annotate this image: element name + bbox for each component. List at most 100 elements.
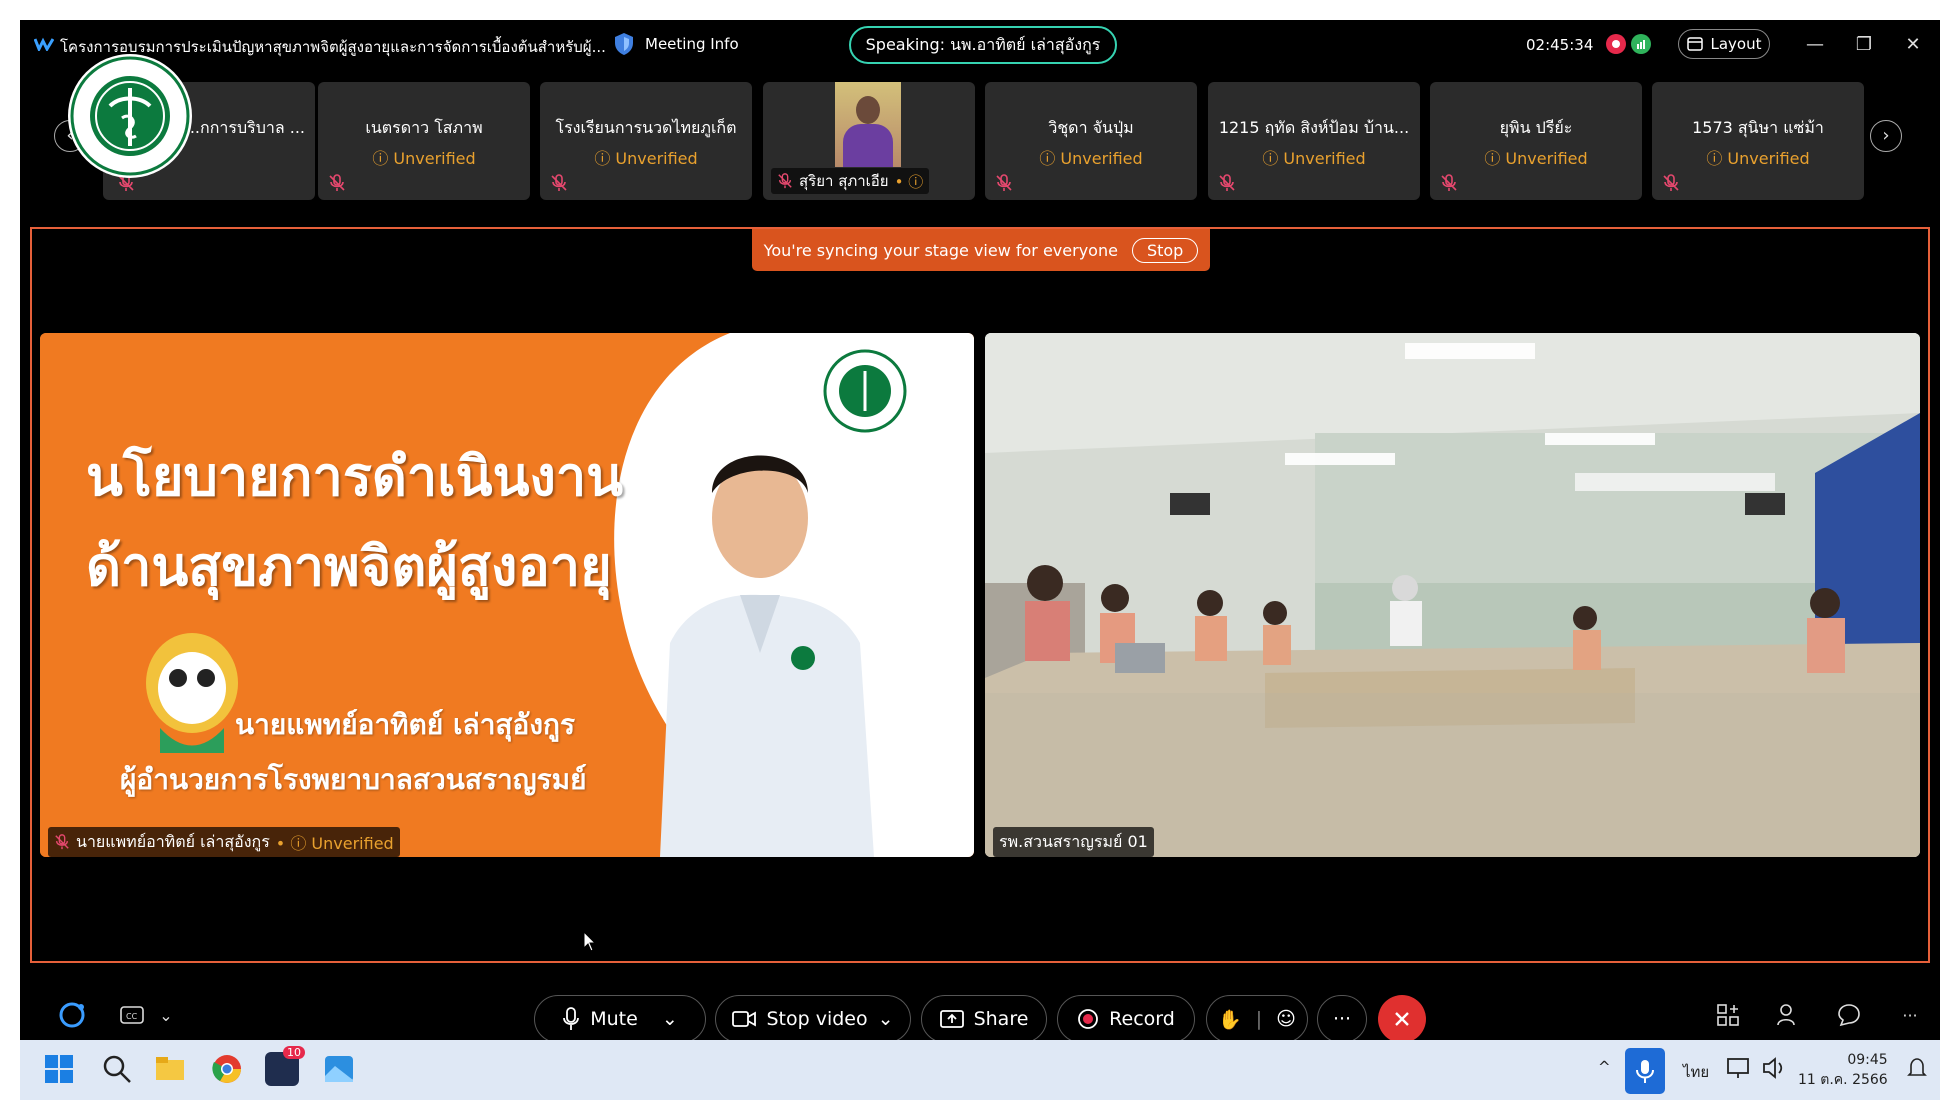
close-icon[interactable]: ✕ xyxy=(1898,30,1928,60)
webex-meeting-window: โครงการอบรมการประเมินปัญหาสุขภาพจิตผู้สู… xyxy=(20,20,1940,1040)
restore-icon[interactable]: ❐ xyxy=(1849,30,1879,60)
mic-muted-icon xyxy=(996,174,1012,191)
recording-indicator-icon[interactable] xyxy=(1606,34,1626,54)
slide-title-line1: นโยบายการดำเนินงาน xyxy=(86,444,624,508)
participant-status: ⓘ Unverified xyxy=(1039,149,1143,168)
stop-sync-button[interactable]: Stop xyxy=(1131,237,1199,263)
participant-tile[interactable]: เนตรดาว โสภาพ ⓘ Unverified xyxy=(318,82,530,200)
presenter-status: • ⓘ Unverified xyxy=(275,834,394,853)
title-bar: โครงการอบรมการประเมินปัญหาสุขภาพจิตผู้สู… xyxy=(20,20,1940,70)
network-icon[interactable] xyxy=(1725,1054,1753,1082)
participant-tile[interactable]: 1573 สุนิษา แซ่ม้า ⓘ Unverified xyxy=(1652,82,1864,200)
reactions-icon[interactable]: ☺ xyxy=(1276,1008,1296,1030)
participant-name: ยุพิน ปรีย์ะ xyxy=(1499,118,1573,137)
participant-name: วิชุดา จันปุ่ม xyxy=(1048,118,1134,137)
unverified-icon: • ⓘ xyxy=(894,172,924,191)
meeting-timer: 02:45:34 xyxy=(1526,36,1594,54)
meeting-controls: CC ⌄ Mute ⌄ Stop video ⌄ Share Record ✋ … xyxy=(20,973,1940,1040)
notifications-icon[interactable] xyxy=(1905,1056,1929,1080)
participant-tile-video[interactable]: สุริยา สุภาเอีย • ⓘ xyxy=(763,82,975,200)
participant-name: สุริยา สุภาเอีย xyxy=(799,172,889,190)
svg-text:CC: CC xyxy=(126,1012,138,1021)
participants-icon[interactable] xyxy=(1770,997,1806,1033)
record-button[interactable]: Record xyxy=(1057,995,1195,1040)
minimize-icon[interactable]: — xyxy=(1800,30,1830,60)
participant-video xyxy=(835,82,901,167)
room-video xyxy=(985,333,1920,857)
microphone-tray-icon[interactable] xyxy=(1625,1048,1665,1094)
slide-presenter-name: นายแพทย์อาทิตย์ เล่าสุอังกูร xyxy=(235,708,575,741)
more-options-icon: ··· xyxy=(1332,1008,1352,1030)
mute-button[interactable]: Mute ⌄ xyxy=(534,995,706,1040)
clock-date: 11 ต.ค. 2566 xyxy=(1798,1072,1888,1088)
mic-muted-icon xyxy=(1663,174,1679,191)
active-speaker-indicator: Speaking: นพ.อาทิตย์ เล่าสุอังกูร xyxy=(849,26,1117,64)
participant-status: ⓘ Unverified xyxy=(594,149,698,168)
room-label: รพ.สวนสราญรมย์ 01 xyxy=(993,827,1154,857)
participant-tile[interactable]: 1215 ฤทัด สิงห์ป้อม บ้าน... ⓘ Unverified xyxy=(1208,82,1420,200)
webex-assistant-icon[interactable] xyxy=(54,997,90,1033)
participant-status: ⓘ Unverified xyxy=(372,149,476,168)
search-icon[interactable] xyxy=(100,1052,134,1086)
shield-icon xyxy=(615,33,633,55)
presenter-name: นายแพทย์อาทิตย์ เล่าสุอังกูร xyxy=(76,831,270,851)
slide-title-line2: ด้านสุขภาพจิตผู้สูงอายุ xyxy=(86,534,612,598)
stage-view: You're syncing your stage view for every… xyxy=(30,227,1930,963)
volume-icon[interactable] xyxy=(1760,1054,1788,1082)
mute-chevron-icon[interactable]: ⌄ xyxy=(662,1008,678,1030)
mic-muted-icon xyxy=(329,174,345,191)
sync-stage-banner: You're syncing your stage view for every… xyxy=(752,229,1210,271)
file-explorer-icon[interactable] xyxy=(153,1052,187,1086)
input-language[interactable]: ไทย xyxy=(1683,1060,1709,1084)
video-camera-icon xyxy=(732,1011,757,1027)
chrome-icon[interactable] xyxy=(210,1052,244,1086)
notification-badge: 10 xyxy=(283,1046,305,1059)
webex-taskbar-icon[interactable]: 10 xyxy=(265,1046,305,1086)
layout-icon xyxy=(1686,37,1703,51)
sync-stage-text: You're syncing your stage view for every… xyxy=(763,240,1118,260)
participant-tile[interactable]: โรงเรียนการนวดไทยภูเก็ต ⓘ Unverified xyxy=(540,82,752,200)
share-label: Share xyxy=(973,1008,1029,1030)
more-panels-icon[interactable]: ··· xyxy=(1892,997,1928,1033)
room-video-tile[interactable]: รพ.สวนสราญรมย์ 01 xyxy=(985,333,1920,857)
apps-icon[interactable] xyxy=(1710,997,1746,1033)
layout-button[interactable]: Layout xyxy=(1678,29,1770,59)
layout-label: Layout xyxy=(1710,35,1762,53)
mic-muted-icon xyxy=(778,173,792,189)
presenter-video-tile[interactable]: นโยบายการดำเนินงาน ด้านสุขภาพจิตผู้สูงอา… xyxy=(40,333,974,857)
leave-meeting-button[interactable] xyxy=(1378,995,1426,1040)
photos-icon[interactable] xyxy=(322,1052,356,1086)
tray-expand-icon[interactable]: ^ xyxy=(1598,1058,1611,1076)
chat-icon[interactable] xyxy=(1831,997,1867,1033)
participant-name: 1215 ฤทัด สิงห์ป้อม บ้าน... xyxy=(1218,118,1410,137)
share-button[interactable]: Share xyxy=(921,995,1047,1040)
video-chevron-icon[interactable]: ⌄ xyxy=(878,1008,894,1030)
ministry-of-public-health-logo xyxy=(68,54,192,178)
share-icon xyxy=(939,1010,964,1028)
participant-status: ⓘ Unverified xyxy=(1706,149,1810,168)
participant-strip: ‹ ...กการบริบาล ... เนตรดาว โสภาพ ⓘ Unve… xyxy=(20,82,1940,202)
stop-video-label: Stop video xyxy=(766,1008,868,1030)
strip-next-icon[interactable]: › xyxy=(1870,120,1902,152)
slide-presenter-position: ผู้อำนวยการโรงพยาบาลสวนสราญรมย์ xyxy=(120,763,587,796)
raise-hand-icon[interactable]: ✋ xyxy=(1218,1008,1242,1031)
meeting-info-button[interactable]: Meeting Info xyxy=(613,32,739,56)
closed-captions-icon[interactable]: CC xyxy=(114,997,150,1033)
leave-close-icon xyxy=(1395,1012,1409,1026)
mic-muted-icon xyxy=(1441,174,1457,191)
mic-muted-icon xyxy=(1219,174,1235,191)
participant-tile[interactable]: วิชุดา จันปุ่ม ⓘ Unverified xyxy=(985,82,1197,200)
microphone-icon xyxy=(563,1007,580,1030)
network-health-icon[interactable] xyxy=(1631,34,1651,54)
system-clock[interactable]: 09:45 11 ต.ค. 2566 xyxy=(1798,1050,1888,1090)
participant-name: 1573 สุนิษา แซ่ม้า xyxy=(1692,118,1824,137)
participant-tile[interactable]: ยุพิน ปรีย์ะ ⓘ Unverified xyxy=(1430,82,1642,200)
captions-chevron-down-icon[interactable]: ⌄ xyxy=(148,997,184,1033)
stop-video-button[interactable]: Stop video ⌄ xyxy=(715,995,911,1040)
reactions-group: ✋ | ☺ xyxy=(1206,995,1308,1040)
mic-muted-icon xyxy=(55,834,69,850)
more-options-button[interactable]: ··· xyxy=(1317,995,1367,1040)
participant-nameplate: สุริยา สุภาเอีย • ⓘ xyxy=(771,168,930,194)
participant-status: ⓘ Unverified xyxy=(1484,149,1588,168)
windows-start-icon[interactable] xyxy=(42,1052,76,1086)
